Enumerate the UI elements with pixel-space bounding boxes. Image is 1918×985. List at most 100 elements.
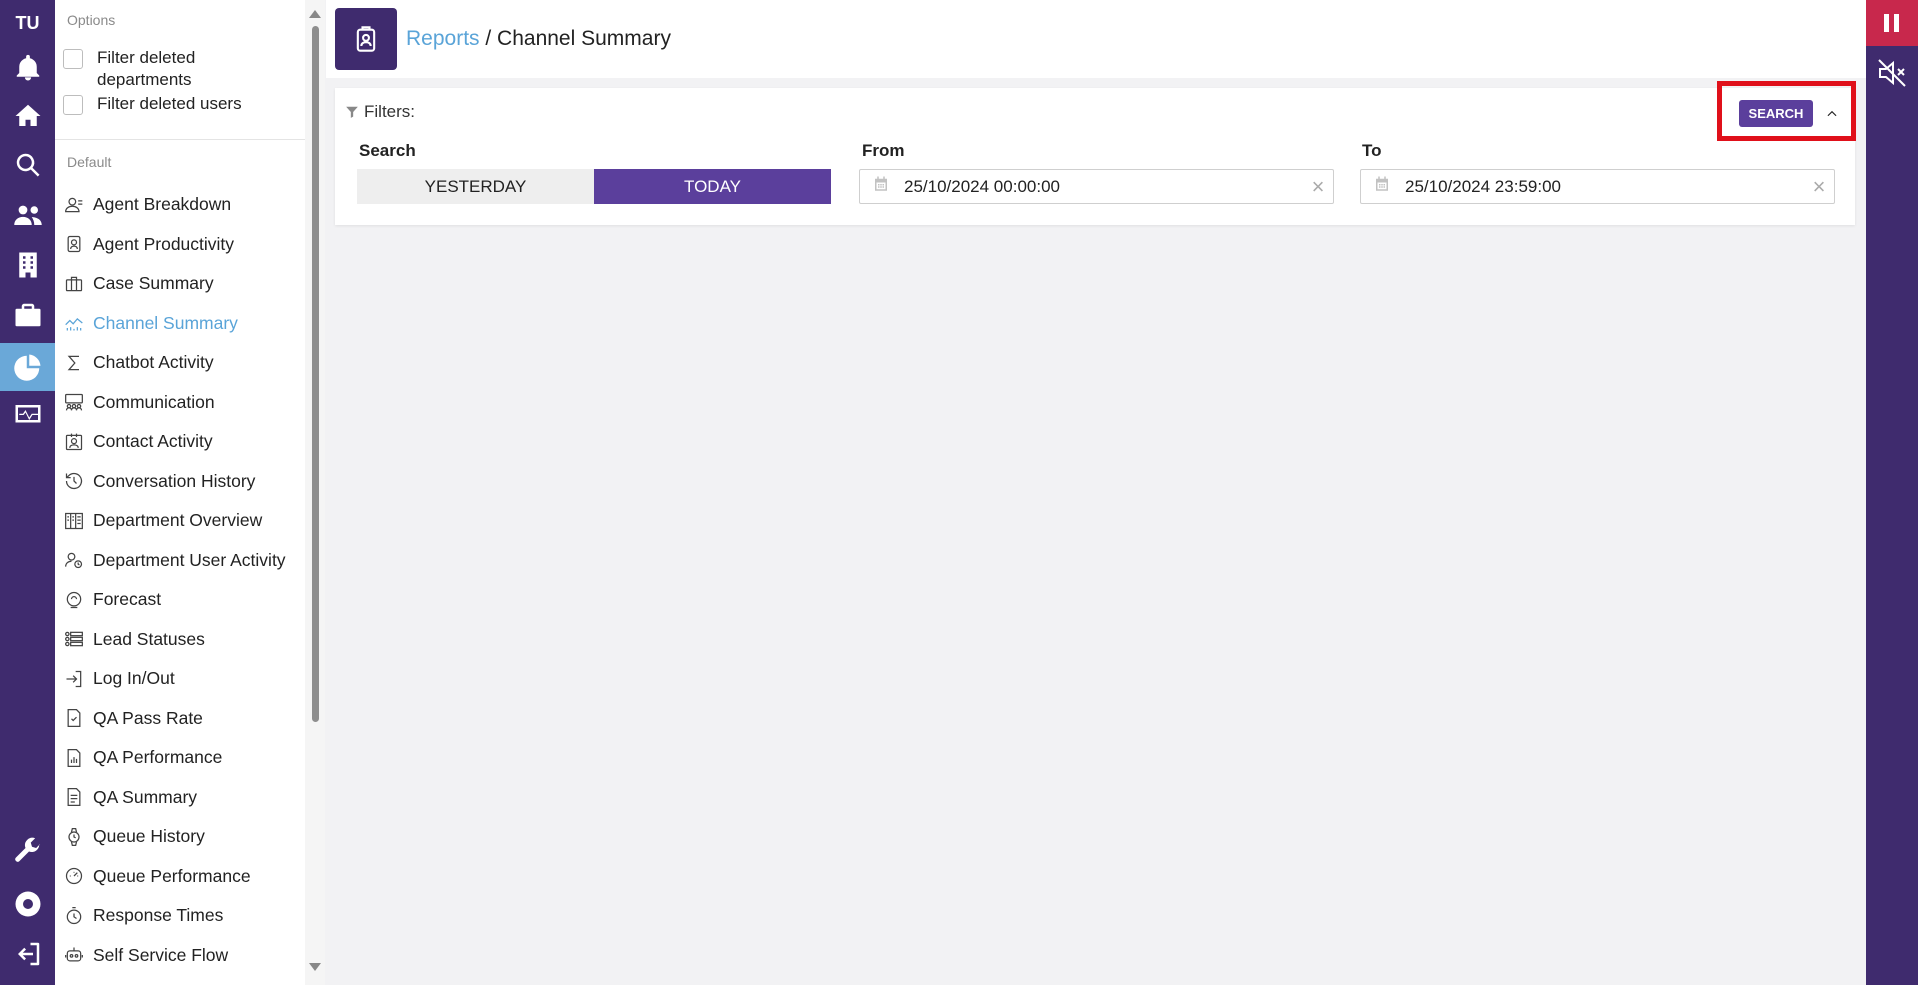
report-item-lead-statuses[interactable]: Lead Statuses bbox=[55, 620, 315, 660]
search-icon[interactable] bbox=[0, 141, 55, 189]
from-label: From bbox=[862, 141, 905, 160]
report-item-log-in-out[interactable]: Log In/Out bbox=[55, 659, 315, 699]
sidebar-scrollbar[interactable] bbox=[305, 0, 325, 985]
clear-from-date-icon[interactable]: × bbox=[1303, 174, 1333, 200]
pie-chart-icon[interactable] bbox=[0, 343, 55, 391]
from-date-input[interactable]: 25/10/2024 00:00:00 × bbox=[859, 169, 1334, 204]
report-item-qa-performance[interactable]: QA Performance bbox=[55, 738, 315, 778]
doc-chart-icon bbox=[63, 747, 85, 769]
report-list: Agent Breakdown Agent Productivity Case … bbox=[55, 185, 315, 975]
filter-icon bbox=[346, 106, 358, 118]
report-item-label: Agent Productivity bbox=[93, 233, 235, 254]
left-nav-rail: TU bbox=[0, 0, 55, 985]
filters-header: Filters: bbox=[345, 102, 415, 122]
report-item-label: QA Pass Rate bbox=[93, 707, 203, 728]
report-item-label: QA Summary bbox=[93, 786, 198, 807]
filter-deleted-users-option[interactable]: Filter deleted users bbox=[63, 93, 247, 115]
report-item-qa-summary[interactable]: QA Summary bbox=[55, 778, 315, 818]
from-date-value: 25/10/2024 00:00:00 bbox=[904, 176, 1060, 196]
report-item-contact-activity[interactable]: Contact Activity bbox=[55, 422, 315, 462]
filter-deleted-departments-label: Filter deleted departments bbox=[97, 48, 196, 89]
scrollbar-thumb[interactable] bbox=[312, 26, 319, 722]
report-item-label: Response Times bbox=[93, 905, 224, 926]
report-item-self-service-flow[interactable]: Self Service Flow bbox=[55, 936, 315, 976]
monitor-icon[interactable] bbox=[0, 391, 55, 439]
scroll-down-arrow-icon[interactable] bbox=[309, 963, 321, 971]
yesterday-button[interactable]: YESTERDAY bbox=[357, 169, 594, 204]
breadcrumb-reports-link[interactable]: Reports bbox=[406, 27, 480, 50]
person-icon bbox=[63, 194, 85, 216]
report-item-label: Queue Performance bbox=[93, 865, 251, 886]
report-item-communication[interactable]: Communication bbox=[55, 383, 315, 423]
collapse-filters-button[interactable] bbox=[1822, 100, 1842, 127]
sidebar-divider bbox=[55, 139, 315, 140]
report-item-label: Department Overview bbox=[93, 510, 263, 531]
report-item-label: Contact Activity bbox=[93, 431, 213, 452]
wrench-icon[interactable] bbox=[0, 828, 55, 876]
to-date-value: 25/10/2024 23:59:00 bbox=[1405, 176, 1561, 196]
report-item-label: Department User Activity bbox=[93, 549, 286, 570]
to-date-input[interactable]: 25/10/2024 23:59:00 × bbox=[1360, 169, 1835, 204]
breadcrumb-separator: / bbox=[479, 27, 498, 50]
page-title: Channel Summary bbox=[497, 27, 671, 50]
logout-icon[interactable] bbox=[0, 930, 55, 978]
report-item-queue-history[interactable]: Queue History bbox=[55, 817, 315, 857]
report-item-label: Chatbot Activity bbox=[93, 352, 214, 373]
bell-icon[interactable] bbox=[0, 44, 55, 92]
report-clipboard-icon bbox=[335, 8, 397, 70]
report-item-department-user-activity[interactable]: Department User Activity bbox=[55, 541, 315, 581]
briefcase-icon[interactable] bbox=[0, 291, 55, 339]
report-item-label: Agent Breakdown bbox=[93, 194, 232, 215]
building-icon bbox=[63, 510, 85, 532]
report-item-label: Lead Statuses bbox=[93, 628, 205, 649]
users-icon[interactable] bbox=[0, 191, 55, 239]
report-item-case-summary[interactable]: Case Summary bbox=[55, 264, 315, 304]
pause-button[interactable] bbox=[1866, 0, 1918, 46]
filter-deleted-users-label: Filter deleted users bbox=[97, 94, 242, 113]
report-item-department-overview[interactable]: Department Overview bbox=[55, 501, 315, 541]
period-toggle: YESTERDAY TODAY bbox=[357, 169, 831, 204]
robot-icon bbox=[63, 944, 85, 966]
calendar-icon bbox=[1373, 175, 1391, 198]
search-highlight-box: SEARCH bbox=[1717, 81, 1856, 141]
contact-card-icon bbox=[63, 431, 85, 453]
report-item-forecast[interactable]: Forecast bbox=[55, 580, 315, 620]
report-item-label: Queue History bbox=[93, 826, 205, 847]
lifebuoy-icon[interactable] bbox=[0, 880, 55, 928]
briefcase-icon bbox=[63, 273, 85, 295]
report-item-queue-performance[interactable]: Queue Performance bbox=[55, 857, 315, 897]
group-icon bbox=[63, 391, 85, 413]
report-item-label: QA Performance bbox=[93, 747, 223, 768]
report-item-response-times[interactable]: Response Times bbox=[55, 896, 315, 936]
filters-panel: Filters: Search YESTERDAY TODAY From 25/… bbox=[335, 88, 1855, 225]
volume-muted-icon bbox=[1878, 59, 1906, 87]
watch-icon bbox=[63, 826, 85, 848]
filter-deleted-users-checkbox[interactable] bbox=[63, 95, 83, 115]
scroll-up-arrow-icon[interactable] bbox=[309, 10, 321, 18]
forecast-icon bbox=[63, 589, 85, 611]
report-item-agent-productivity[interactable]: Agent Productivity bbox=[55, 225, 315, 265]
mute-button[interactable] bbox=[1866, 50, 1918, 96]
report-item-agent-breakdown[interactable]: Agent Breakdown bbox=[55, 185, 315, 225]
report-item-label: Forecast bbox=[93, 589, 162, 610]
home-icon[interactable] bbox=[0, 92, 55, 140]
filters-title: Filters: bbox=[364, 102, 415, 121]
filter-deleted-departments-option[interactable]: Filter deleted departments bbox=[63, 47, 247, 91]
page-header: Reports / Channel Summary bbox=[326, 0, 1866, 78]
chart-icon bbox=[63, 312, 85, 334]
report-item-qa-pass-rate[interactable]: QA Pass Rate bbox=[55, 699, 315, 739]
options-heading: Options bbox=[67, 12, 116, 28]
doc-lines-icon bbox=[63, 786, 85, 808]
badge-icon bbox=[63, 233, 85, 255]
building-icon[interactable] bbox=[0, 241, 55, 289]
today-button[interactable]: TODAY bbox=[594, 169, 831, 204]
report-item-channel-summary[interactable]: Channel Summary bbox=[55, 304, 315, 344]
doc-check-icon bbox=[63, 707, 85, 729]
filter-deleted-departments-checkbox[interactable] bbox=[63, 49, 83, 69]
clear-to-date-icon[interactable]: × bbox=[1804, 174, 1834, 200]
report-item-conversation-history[interactable]: Conversation History bbox=[55, 462, 315, 502]
search-button[interactable]: SEARCH bbox=[1739, 100, 1813, 127]
breadcrumb: Reports / Channel Summary bbox=[406, 27, 671, 51]
user-avatar[interactable]: TU bbox=[0, 0, 55, 46]
report-item-chatbot-activity[interactable]: Chatbot Activity bbox=[55, 343, 315, 383]
